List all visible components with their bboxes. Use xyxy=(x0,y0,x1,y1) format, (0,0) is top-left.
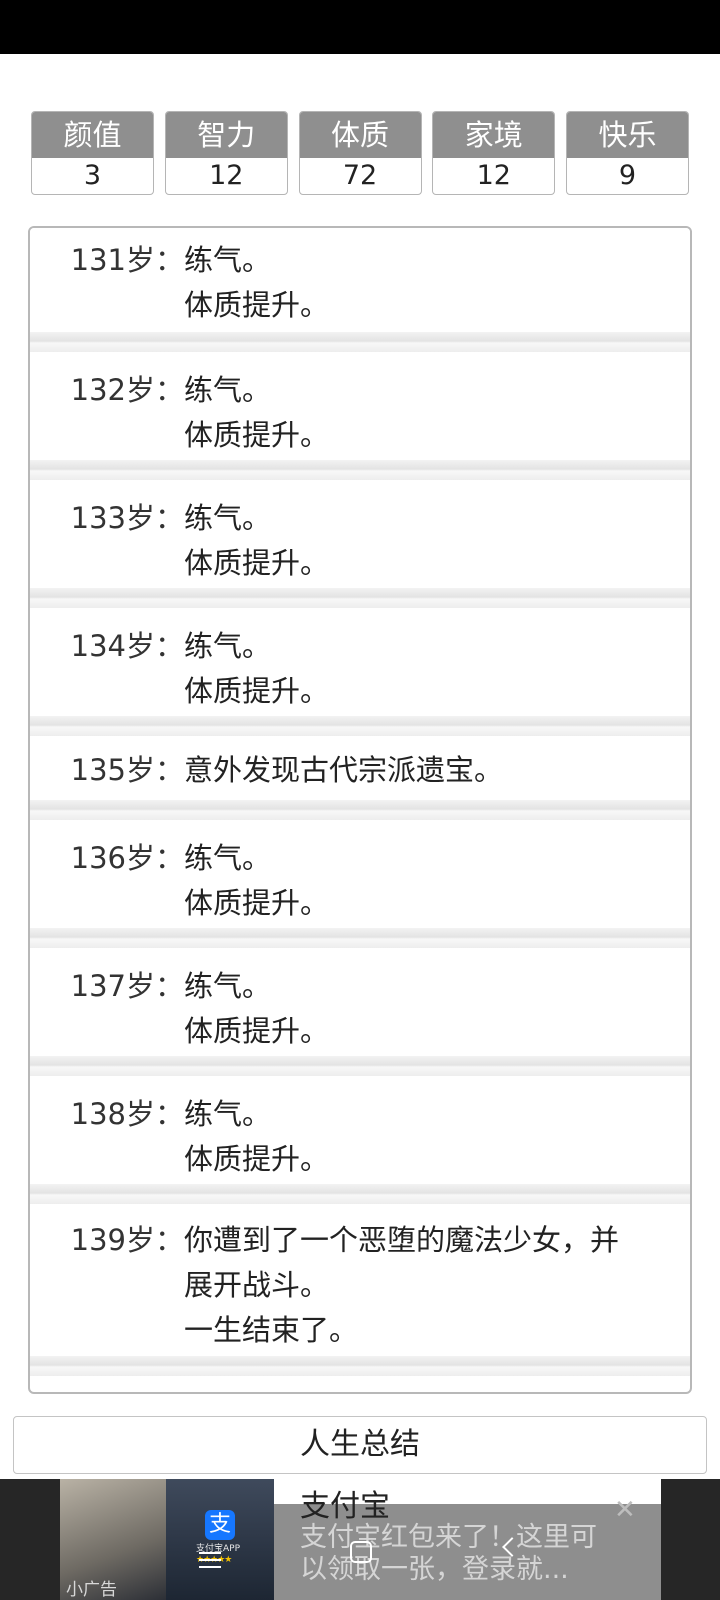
log-entry: 131岁： 练气。 体质提升。 xyxy=(30,228,690,352)
log-text: 练气。 体质提升。 xyxy=(184,496,690,588)
log-line: 体质提升。 xyxy=(184,674,330,708)
log-line: 意外发现古代宗派遗宝。 xyxy=(184,753,504,787)
log-line: 体质提升。 xyxy=(184,886,330,920)
stat-intelligence: 智力 12 xyxy=(164,111,288,195)
alipay-logo-icon: 支 xyxy=(205,1510,235,1540)
ad-description[interactable]: 支付宝红包来了！这里可以领取一张，登录就... xyxy=(300,1522,600,1586)
log-age: 133岁： xyxy=(70,501,184,535)
log-entry: 133岁： 练气。 体质提升。 xyxy=(30,480,690,608)
log-entry: 134岁： 练气。 体质提升。 xyxy=(30,608,690,736)
home-icon[interactable] xyxy=(350,1541,372,1563)
stat-constitution: 体质 72 xyxy=(298,111,422,195)
stat-value: 9 xyxy=(618,160,637,191)
stat-happiness: 快乐 9 xyxy=(566,111,689,195)
log-line: 练气。 xyxy=(184,243,272,277)
menu-icon[interactable] xyxy=(199,1552,221,1568)
ad-title[interactable]: 支付宝 xyxy=(300,1481,390,1525)
log-age: 138岁： xyxy=(70,1097,184,1131)
log-text: 意外发现古代宗派遗宝。 xyxy=(184,748,690,800)
log-line: 体质提升。 xyxy=(184,418,330,452)
log-line: 练气。 xyxy=(184,969,272,1003)
log-entry: 132岁： 练气。 体质提升。 xyxy=(30,352,690,480)
log-text: 练气。 体质提升。 xyxy=(184,624,690,716)
log-line: 体质提升。 xyxy=(184,1014,330,1048)
log-age: 137岁： xyxy=(70,969,184,1003)
log-entry: 136岁： 练气。 体质提升。 xyxy=(30,820,690,948)
status-bar xyxy=(0,0,720,54)
log-text: 练气。 体质提升。 xyxy=(184,964,690,1056)
log-age: 136岁： xyxy=(70,841,184,875)
log-line: 练气。 xyxy=(184,629,272,663)
log-line: 体质提升。 xyxy=(184,546,330,580)
log-text: 练气。 体质提升。 xyxy=(184,238,690,332)
log-age: 134岁： xyxy=(70,629,184,663)
log-text: 你遭到了一个恶堕的魔法少女，并 展开战斗。 一生结束了。 xyxy=(184,1218,690,1356)
log-text: 练气。 体质提升。 xyxy=(184,368,690,460)
log-entry: 138岁： 练气。 体质提升。 xyxy=(30,1076,690,1204)
log-line: 体质提升。 xyxy=(184,288,330,322)
stat-value: 12 xyxy=(209,160,244,191)
log-line: 体质提升。 xyxy=(184,1142,330,1176)
close-icon[interactable]: ✕ xyxy=(614,1495,636,1525)
log-age: 132岁： xyxy=(70,373,184,407)
log-line: 练气。 xyxy=(184,841,272,875)
stat-label: 家境 xyxy=(433,112,555,158)
log-line: 练气。 xyxy=(184,501,272,535)
log-text: 练气。 体质提升。 xyxy=(184,1092,690,1184)
stat-value: 72 xyxy=(342,160,378,191)
log-text: 练气。 体质提升。 xyxy=(184,836,690,928)
stat-family: 家境 12 xyxy=(432,111,556,195)
attribute-panel: 颜值 3 智力 12 体质 72 家境 12 快乐 9 xyxy=(31,111,689,195)
log-entry: 137岁： 练气。 体质提升。 xyxy=(30,948,690,1076)
life-summary-button[interactable]: 人生总结 xyxy=(13,1416,707,1474)
log-line: 展开战斗。 xyxy=(184,1268,330,1302)
stat-label: 体质 xyxy=(299,112,421,158)
log-age: 131岁： xyxy=(70,243,184,277)
log-entry: 135岁： 意外发现古代宗派遗宝。 xyxy=(30,736,690,820)
stat-value: 12 xyxy=(476,160,511,191)
log-entry: 139岁： 你遭到了一个恶堕的魔法少女，并 展开战斗。 一生结束了。 xyxy=(30,1204,690,1376)
log-line: 一生结束了。 xyxy=(184,1313,359,1347)
log-line: 你遭到了一个恶堕的魔法少女，并 xyxy=(184,1223,620,1257)
ad-tag: 小广告 xyxy=(66,1580,117,1600)
stat-label: 快乐 xyxy=(567,112,688,158)
life-log[interactable]: 131岁： 练气。 体质提升。 132岁： 练气。 体质提升。 133岁： 练气… xyxy=(28,226,692,1394)
stat-value: 3 xyxy=(83,160,102,191)
stat-appearance: 颜值 3 xyxy=(31,111,154,195)
log-line: 练气。 xyxy=(184,373,272,407)
stat-label: 颜值 xyxy=(32,112,153,158)
log-age: 135岁： xyxy=(70,753,184,787)
log-line: 练气。 xyxy=(184,1097,272,1131)
log-age: 139岁： xyxy=(70,1223,184,1257)
stat-label: 智力 xyxy=(165,112,287,158)
